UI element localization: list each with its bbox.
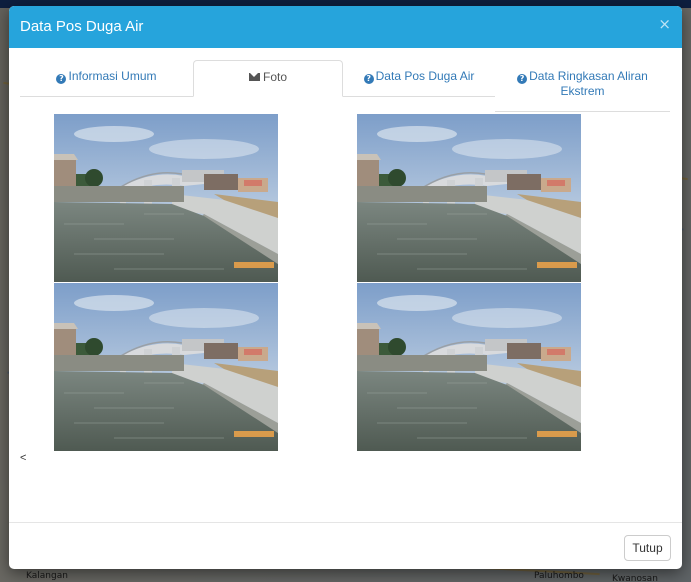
modal-title: Data Pos Duga Air <box>20 18 144 35</box>
tab-bar: ? Informasi Umum Foto ? Data Pos Duga Air … <box>20 60 670 112</box>
photo-thumbnail[interactable] <box>54 114 278 282</box>
tab-informasi-umum[interactable]: ? Informasi Umum <box>20 60 193 97</box>
modal-footer: Tutup <box>9 522 682 569</box>
question-circle-icon: ? <box>517 74 528 84</box>
tab-data-ringkasan-aliran-ekstrem[interactable]: ? Data Ringkasan Aliran Ekstrem <box>495 60 670 112</box>
tab-label: Foto <box>262 70 287 84</box>
envelope-icon <box>248 73 260 81</box>
tab-label: Informasi Umum <box>68 69 157 83</box>
stray-text: < <box>20 452 27 464</box>
photo-thumbnail[interactable] <box>54 283 278 451</box>
tab-label: Data Ringkasan Aliran Ekstrem <box>529 69 648 98</box>
close-icon[interactable]: × <box>658 15 671 33</box>
modal-header: Data Pos Duga Air × <box>9 6 682 48</box>
tab-foto[interactable]: Foto <box>193 60 343 97</box>
photo-thumbnail[interactable] <box>357 114 581 282</box>
tab-label: Data Pos Duga Air <box>375 69 475 83</box>
question-circle-icon: ? <box>56 74 67 84</box>
tab-data-pos-duga-air[interactable]: ? Data Pos Duga Air <box>343 60 495 97</box>
photo-thumbnail[interactable] <box>357 283 581 451</box>
tutup-button[interactable]: Tutup <box>624 535 671 561</box>
question-circle-icon: ? <box>363 74 374 84</box>
modal-dialog: Data Pos Duga Air × ? Informasi Umum Foto… <box>9 6 682 569</box>
